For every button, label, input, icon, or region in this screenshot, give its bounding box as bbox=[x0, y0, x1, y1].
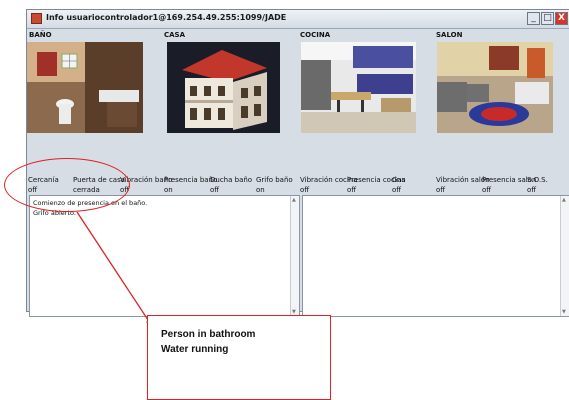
annotation-callout: Person in bathroom Water running bbox=[147, 315, 331, 400]
callout-line: Water running bbox=[161, 344, 229, 355]
callout-line: Person in bathroom bbox=[161, 329, 256, 340]
callout-text: Person in bathroom Water running bbox=[161, 327, 255, 357]
